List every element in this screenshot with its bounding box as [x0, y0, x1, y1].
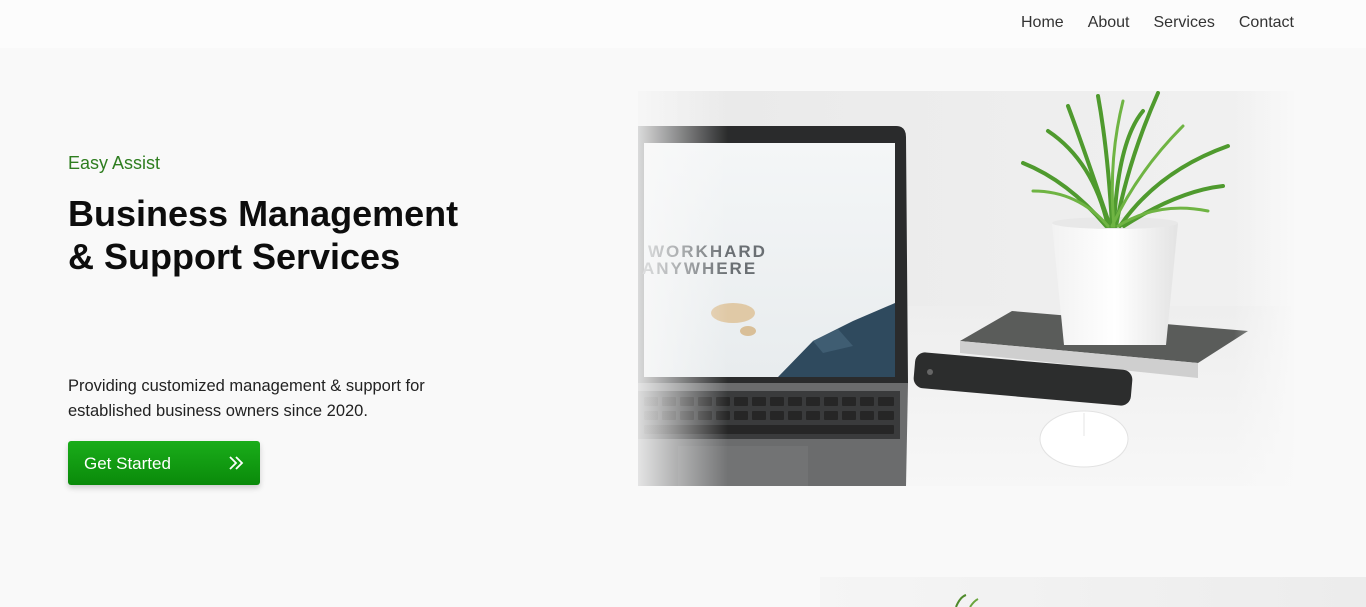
nav-contact-link[interactable]: Contact	[1239, 14, 1294, 32]
hero-eyebrow: Easy Assist	[68, 153, 161, 173]
hero-image: WORKHARD ANYWHERE	[638, 91, 1294, 486]
double-chevron-right-icon	[229, 456, 244, 470]
get-started-button[interactable]: Get Started	[68, 441, 260, 485]
hero-title-line-1: Business Management	[68, 193, 459, 234]
nav-about-link[interactable]: About	[1088, 14, 1130, 32]
hero-illustration: WORKHARD ANYWHERE	[638, 91, 1294, 486]
hero-description: Providing customized management & suppor…	[68, 374, 488, 424]
plant-peek-illustration	[955, 594, 979, 607]
next-section-image-peek	[820, 577, 1366, 607]
nav-home-link[interactable]: Home	[1021, 14, 1064, 32]
hero-title: Business Management & Support Services	[68, 192, 538, 278]
hero-image-fade-left	[638, 91, 728, 486]
hero-image-fade-right	[1234, 91, 1294, 486]
hero-title-line-2: & Support Services	[68, 236, 401, 277]
main-nav: Home About Services Contact	[1021, 14, 1294, 32]
hero-description-line-1: Providing customized management & suppor…	[68, 377, 425, 395]
get-started-label: Get Started	[84, 454, 171, 473]
nav-services-link[interactable]: Services	[1154, 14, 1215, 32]
hero-description-line-2: established business owners since 2020.	[68, 402, 368, 420]
top-navbar: Home About Services Contact	[0, 0, 1366, 48]
